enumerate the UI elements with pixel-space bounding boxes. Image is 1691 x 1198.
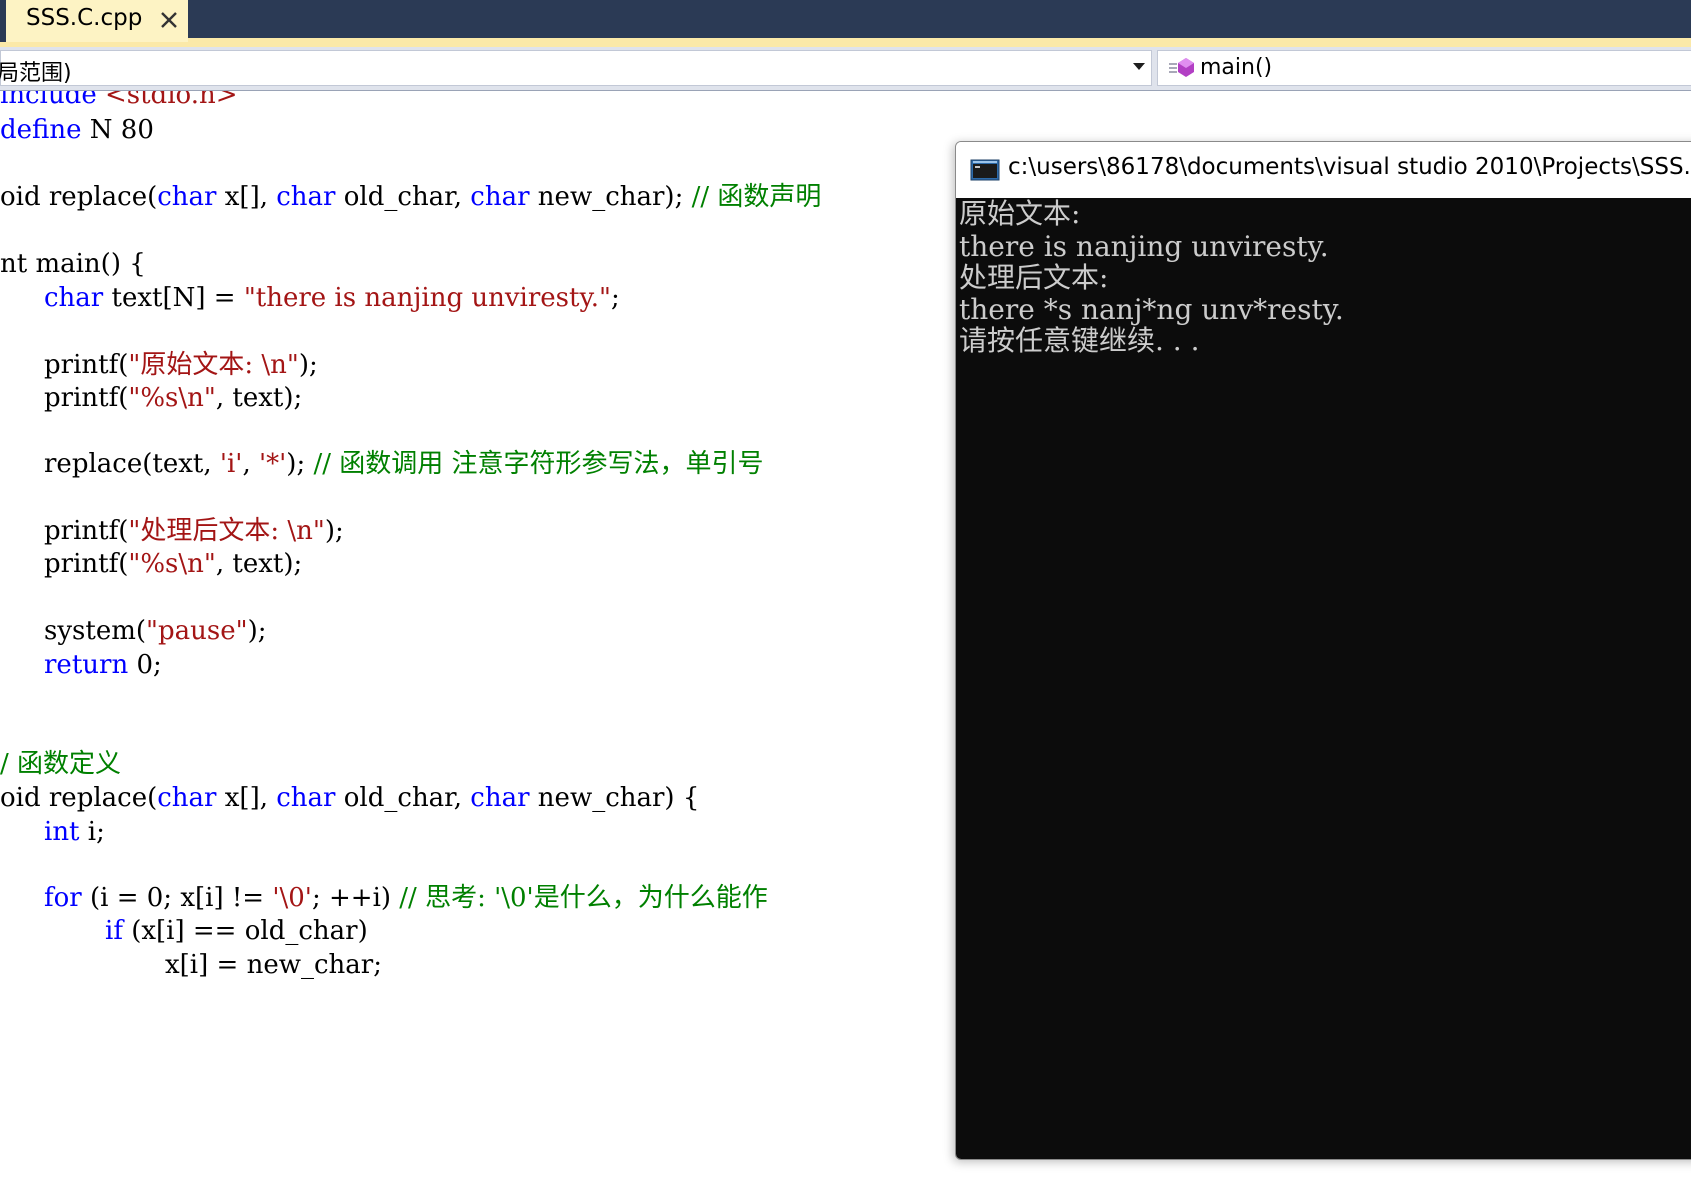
- code-line-15: int i;: [44, 817, 105, 847]
- code-line-6: printf("原始文本: \n");: [44, 350, 318, 380]
- console-line-5: 请按任意键继续. . .: [959, 324, 1200, 357]
- code-line-8: replace(text, 'i', '*'); // 函数调用 注意字符形参写…: [44, 449, 764, 479]
- console-output[interactable]: 原始文本: there is nanjing unviresty. 处理后文本:…: [956, 197, 1691, 1159]
- method-icon: [1169, 58, 1194, 77]
- navigation-bar: 局范围) main(): [0, 47, 1691, 91]
- code-line-3: oid replace(char x[], char old_char, cha…: [0, 182, 822, 212]
- member-dropdown-value: main(): [1200, 55, 1273, 80]
- code-line-4: nt main() {: [0, 249, 146, 279]
- code-line-14: oid replace(char x[], char old_char, cha…: [0, 783, 700, 813]
- ide-window: SSS.C.cpp 局范围) main() include <stdio.h> …: [0, 0, 1691, 1198]
- tab-filename: SSS.C.cpp: [26, 5, 143, 31]
- scope-dropdown-value: 局范围): [0, 61, 72, 86]
- code-line-10: printf("%s\n", text);: [44, 549, 303, 579]
- code-line-12: return 0;: [44, 650, 162, 680]
- code-line-5: char text[N] = "there is nanjing unvires…: [44, 283, 620, 313]
- console-line-2: there is nanjing unviresty.: [959, 230, 1329, 263]
- document-tabstrip: [0, 0, 1691, 38]
- document-tab-active[interactable]: SSS.C.cpp: [0, 0, 188, 42]
- scope-dropdown[interactable]: 局范围): [0, 50, 1152, 86]
- close-icon[interactable]: [158, 9, 180, 31]
- code-line-17: if (x[i] == old_char): [105, 916, 368, 946]
- code-line-11: system("pause");: [44, 616, 267, 646]
- console-line-3: 处理后文本:: [959, 261, 1109, 294]
- chevron-down-icon[interactable]: [1133, 63, 1145, 70]
- console-line-1: 原始文本:: [959, 197, 1081, 230]
- code-line-16: for (i = 0; x[i] != '\0'; ++i) // 思考: '\…: [44, 883, 768, 913]
- console-app-icon: [970, 159, 1000, 181]
- console-title: c:\users\86178\documents\visual studio 2…: [1008, 154, 1691, 180]
- console-line-4: there *s nanj*ng unv*resty.: [959, 293, 1344, 326]
- code-line-18: x[i] = new_char;: [165, 950, 382, 980]
- console-titlebar[interactable]: c:\users\86178\documents\visual studio 2…: [956, 142, 1691, 198]
- code-line-9: printf("处理后文本: \n");: [44, 516, 344, 546]
- tabstrip-accent-bar: [0, 38, 1691, 47]
- console-window[interactable]: c:\users\86178\documents\visual studio 2…: [955, 141, 1691, 1160]
- code-line-7: printf("%s\n", text);: [44, 383, 303, 413]
- code-line-2: define N 80: [0, 115, 154, 145]
- member-dropdown[interactable]: main(): [1157, 50, 1691, 86]
- code-line-1: include <stdio.h>: [0, 91, 238, 110]
- code-line-13: / 函数定义: [0, 749, 122, 779]
